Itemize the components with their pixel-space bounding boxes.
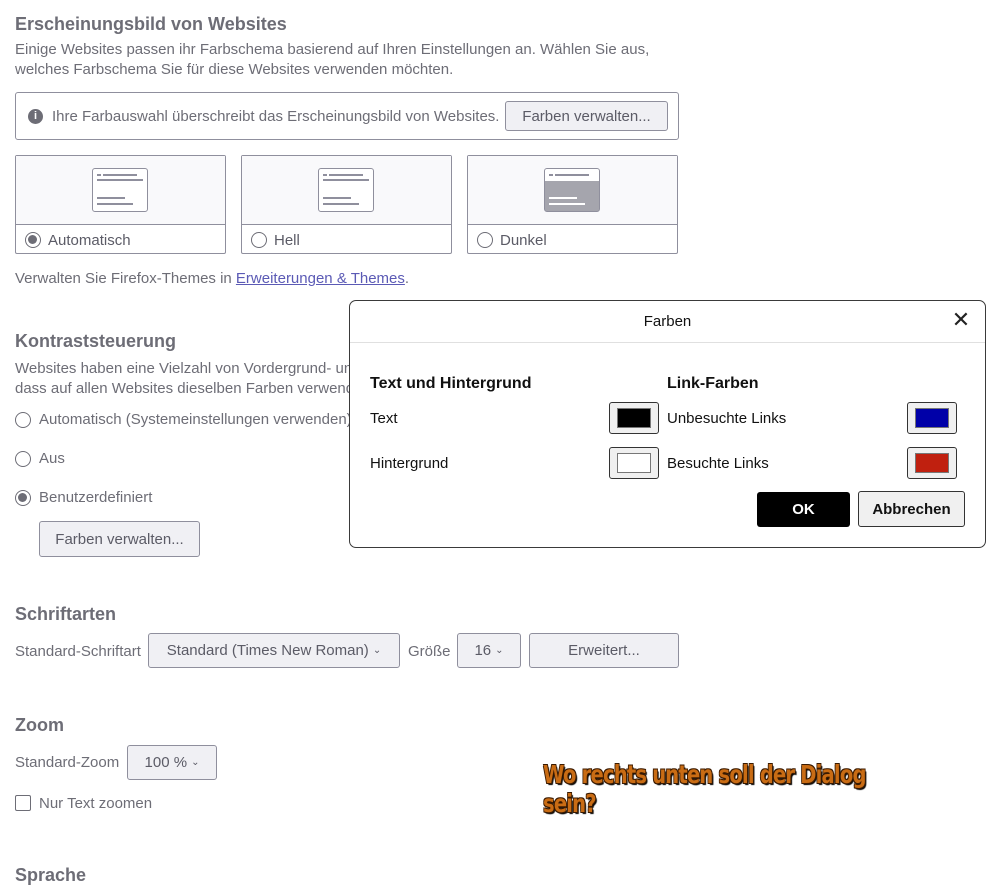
extensions-themes-link[interactable]: Erweiterungen & Themes xyxy=(236,270,405,287)
contrast-radio-custom[interactable] xyxy=(15,490,31,506)
ok-button[interactable]: OK xyxy=(757,492,850,527)
visited-links-label: Besuchte Links xyxy=(667,455,769,472)
theme-card-light[interactable]: Hell xyxy=(241,155,452,254)
chevron-down-icon: ⌄ xyxy=(495,645,504,656)
contrast-desc-2: dass auf allen Websites dieselben Farben… xyxy=(15,380,363,397)
contrast-label-auto: Automatisch (Systemeinstellungen verwend… xyxy=(39,411,352,428)
themes-hint: Verwalten Sie Firefox-Themes in Erweiter… xyxy=(15,269,409,289)
contrast-label-custom: Benutzerdefiniert xyxy=(39,489,153,506)
theme-label-auto: Automatisch xyxy=(48,232,131,249)
zoom-text-only-label: Nur Text zoomen xyxy=(39,795,153,812)
theme-label-dark: Dunkel xyxy=(500,232,547,249)
contrast-radio-auto[interactable] xyxy=(15,412,31,428)
annotation-text: Wo rechts unten soll der Dialog sein? xyxy=(543,760,866,818)
override-notice-box: i Ihre Farbauswahl überschreibt das Ersc… xyxy=(15,92,679,140)
text-color-label: Text xyxy=(370,410,398,427)
background-color-label: Hintergrund xyxy=(370,455,449,472)
theme-preview-dark xyxy=(468,156,677,225)
info-icon: i xyxy=(28,109,43,124)
contrast-label-off: Aus xyxy=(39,450,65,467)
dialog-title: Farben xyxy=(643,313,692,330)
font-size-label: Größe xyxy=(408,643,451,660)
font-size-value: 16 xyxy=(474,642,492,659)
language-heading: Sprache xyxy=(15,865,87,885)
dialog-divider xyxy=(350,342,985,343)
theme-card-auto[interactable]: Automatisch xyxy=(15,155,226,254)
default-font-value: Standard (Times New Roman) xyxy=(166,642,369,659)
unvisited-links-label: Unbesuchte Links xyxy=(667,410,787,427)
browser-preview-icon xyxy=(318,168,374,212)
theme-radio-dark[interactable] xyxy=(477,232,493,248)
chevron-down-icon: ⌄ xyxy=(372,645,382,656)
theme-radio-auto[interactable] xyxy=(25,232,41,248)
text-color-swatch xyxy=(617,408,651,428)
advanced-fonts-button[interactable]: Erweitert... xyxy=(529,633,679,668)
link-colors-heading: Link-Farben xyxy=(667,375,759,392)
manage-colors-label-2: Farben verwalten... xyxy=(55,530,184,548)
advanced-fonts-label: Erweitert... xyxy=(568,642,640,659)
theme-preview-light xyxy=(242,156,451,225)
unvisited-links-swatch xyxy=(915,408,949,428)
close-icon[interactable]: ✕ xyxy=(951,309,971,331)
font-size-select[interactable]: 16 ⌄ xyxy=(457,633,521,668)
text-bg-heading: Text und Hintergrund xyxy=(370,375,532,392)
manage-colors-button[interactable]: Farben verwalten... xyxy=(39,521,200,557)
zoom-heading: Zoom xyxy=(15,715,64,735)
browser-preview-icon xyxy=(92,168,148,212)
theme-preview-auto xyxy=(16,156,225,225)
background-color-picker[interactable] xyxy=(609,447,659,479)
zoom-text-only-checkbox[interactable] xyxy=(15,795,31,811)
appearance-heading: Erscheinungsbild von Websites xyxy=(15,14,287,34)
text-color-picker[interactable] xyxy=(609,402,659,434)
theme-card-dark[interactable]: Dunkel xyxy=(467,155,678,254)
theme-radio-light[interactable] xyxy=(251,232,267,248)
contrast-radio-off[interactable] xyxy=(15,451,31,467)
appearance-desc-1: Einige Websites passen ihr Farbschema ba… xyxy=(15,41,650,58)
appearance-desc-2: welches Farbschema Sie für diese Website… xyxy=(15,61,454,78)
contrast-desc-1: Websites haben eine Vielzahl von Vorderg… xyxy=(15,360,353,377)
chevron-down-icon: ⌄ xyxy=(191,757,200,768)
cancel-button[interactable]: Abbrechen xyxy=(858,491,965,527)
manage-colors-button-top[interactable]: Farben verwalten... xyxy=(505,101,668,131)
browser-preview-icon xyxy=(544,168,600,212)
default-zoom-select[interactable]: 100 % ⌄ xyxy=(127,745,217,780)
background-color-swatch xyxy=(617,453,651,473)
themes-hint-end: . xyxy=(404,270,410,287)
default-zoom-label: Standard-Zoom xyxy=(15,754,120,771)
default-font-select[interactable]: Standard (Times New Roman) ⌄ xyxy=(148,633,400,668)
visited-links-picker[interactable] xyxy=(907,447,957,479)
manage-colors-label: Farben verwalten... xyxy=(522,107,651,125)
theme-label-light: Hell xyxy=(274,232,300,249)
fonts-heading: Schriftarten xyxy=(15,604,117,624)
colors-dialog: Farben ✕ Text und Hintergrund Link-Farbe… xyxy=(349,300,986,548)
themes-hint-text: Verwalten Sie Firefox-Themes in xyxy=(15,270,236,287)
override-notice-text: Ihre Farbauswahl überschreibt das Ersche… xyxy=(52,108,500,125)
unvisited-links-picker[interactable] xyxy=(907,402,957,434)
default-font-label: Standard-Schriftart xyxy=(15,643,141,660)
visited-links-swatch xyxy=(915,453,949,473)
default-zoom-value: 100 % xyxy=(144,754,188,771)
contrast-heading: Kontraststeuerung xyxy=(15,331,177,351)
